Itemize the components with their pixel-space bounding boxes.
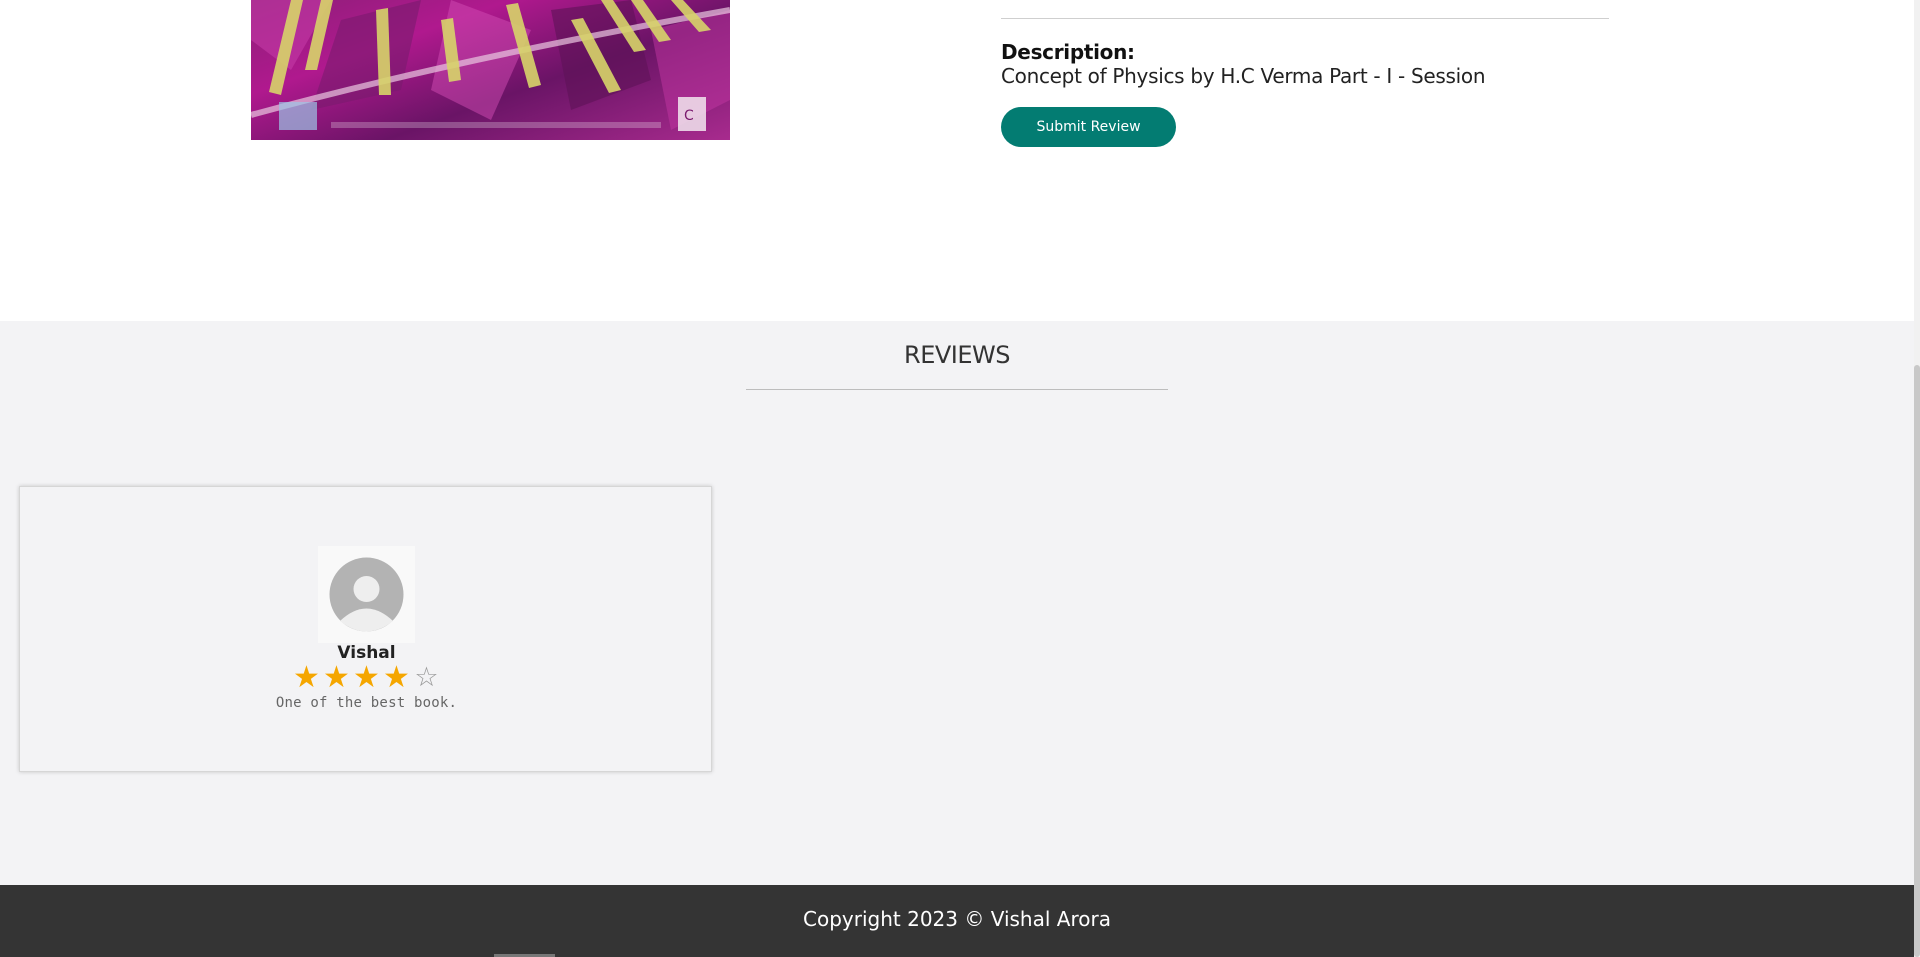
star-empty-icon: ☆	[414, 662, 439, 693]
reviews-section: REVIEWS Vishal ★ ★ ★ ★ ☆ One of the best boo…	[0, 321, 1914, 885]
description-text: Concept of Physics by H.C Verma Part - I…	[1001, 64, 1486, 88]
star-filled-icon: ★	[323, 660, 350, 695]
review-comment: One of the best book.	[275, 695, 458, 711]
reviews-divider	[746, 389, 1168, 390]
scrollbar-thumb[interactable]	[1914, 365, 1920, 957]
submit-review-button[interactable]: Submit Review	[1001, 107, 1176, 147]
star-filled-icon: ★	[383, 660, 410, 695]
description-label: Description:	[1001, 40, 1135, 64]
footer: Copyright 2023 © Vishal Arora	[0, 885, 1914, 957]
svg-text:C: C	[684, 108, 694, 124]
user-avatar-icon	[318, 546, 415, 643]
review-card: Vishal ★ ★ ★ ★ ☆ One of the best book.	[19, 486, 712, 772]
details-divider	[1001, 18, 1609, 19]
rating-stars: ★ ★ ★ ★ ☆	[290, 663, 443, 693]
product-section: C Description: Concept of Physics by H.C…	[0, 0, 1914, 321]
book-cover-image: C	[251, 0, 730, 140]
star-filled-icon: ★	[353, 660, 380, 695]
footer-copyright: Copyright 2023 © Vishal Arora	[803, 907, 1111, 931]
reviews-title: REVIEWS	[904, 341, 1010, 369]
star-filled-icon: ★	[293, 660, 320, 695]
